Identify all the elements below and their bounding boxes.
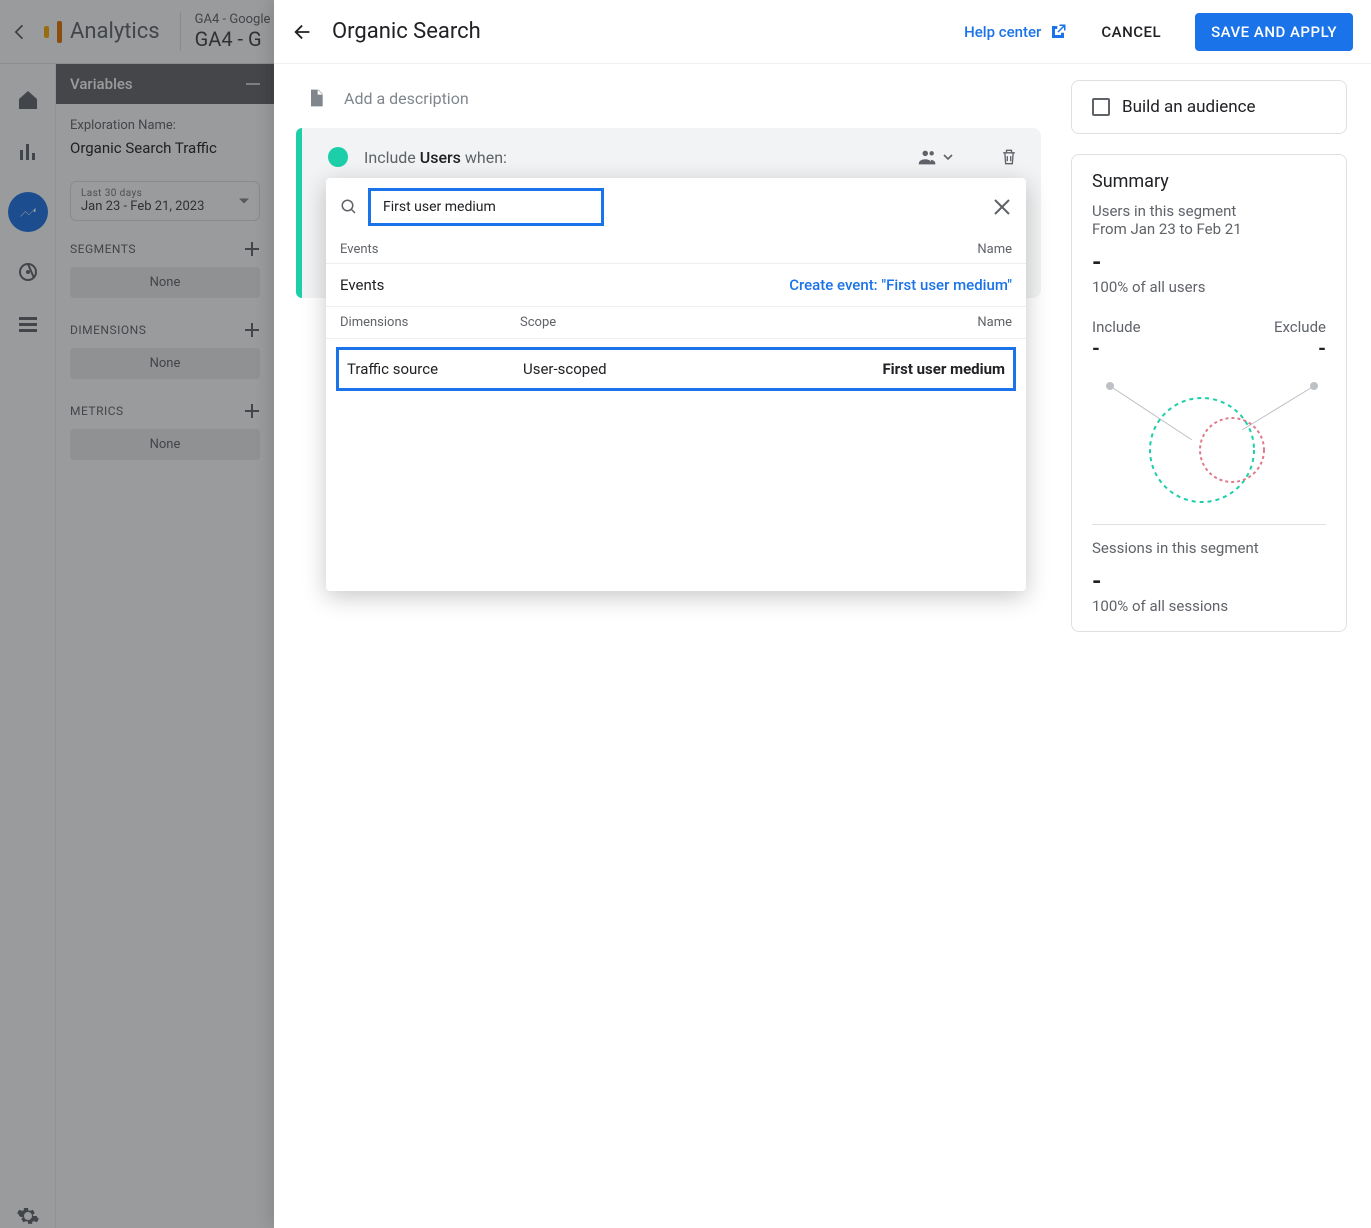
sessions-count: - (1092, 567, 1326, 595)
modal-back-icon[interactable] (292, 21, 314, 43)
include-users-when-text: Include Users when: (364, 148, 507, 167)
save-and-apply-button[interactable]: SAVE AND APPLY (1195, 13, 1353, 51)
dims-header-c: Name (977, 315, 1012, 330)
segment-editor: Add a description Include Users when: (274, 64, 1071, 1228)
condition-scope-picker[interactable] (917, 146, 953, 168)
dim-category: Traffic source (347, 360, 523, 378)
close-popover-icon[interactable] (992, 197, 1012, 217)
condition-search-input-wrapper (368, 188, 604, 226)
exclude-value: - (1274, 336, 1326, 360)
summary-column: Build an audience Summary Users in this … (1071, 64, 1371, 1228)
condition-search-popover: Events Name Events Create event: "First … (326, 178, 1026, 591)
condition-search-input[interactable] (383, 199, 589, 215)
description-icon (306, 88, 326, 108)
events-header-row: Events Name (326, 236, 1026, 264)
create-event-link[interactable]: Create event: "First user medium" (789, 276, 1012, 294)
cancel-button[interactable]: CANCEL (1101, 23, 1161, 41)
dim-name: First user medium (882, 360, 1005, 378)
events-header-right: Name (977, 242, 1012, 257)
help-center-label: Help center (964, 23, 1041, 41)
dimension-result-row[interactable]: Traffic source User-scoped First user me… (336, 347, 1016, 391)
description-row[interactable]: Add a description (296, 88, 1041, 108)
dims-header-a: Dimensions (340, 315, 520, 330)
exclude-label: Exclude (1274, 318, 1326, 336)
users-in-segment-line2: From Jan 23 to Feb 21 (1092, 220, 1326, 238)
events-row[interactable]: Events Create event: "First user medium" (326, 264, 1026, 307)
summary-title: Summary (1092, 171, 1326, 192)
segment-builder-modal: Organic Search Help center CANCEL SAVE A… (274, 0, 1371, 1228)
dims-header-b: Scope (520, 315, 977, 330)
build-audience-label: Build an audience (1122, 97, 1256, 117)
users-count: - (1092, 248, 1326, 276)
condition-block: Include Users when: (296, 128, 1041, 298)
include-indicator-icon (328, 147, 348, 167)
venn-diagram (1092, 370, 1332, 510)
modal-title[interactable]: Organic Search (332, 19, 481, 44)
dimensions-header-row: Dimensions Scope Name (326, 307, 1026, 339)
events-header-left: Events (340, 242, 977, 257)
description-placeholder: Add a description (344, 89, 469, 108)
include-label: Include (1092, 318, 1141, 336)
search-icon (340, 198, 358, 216)
include-value: - (1092, 336, 1141, 360)
summary-card: Summary Users in this segment From Jan 2… (1071, 154, 1347, 632)
events-row-label: Events (340, 276, 789, 294)
users-in-segment-line1: Users in this segment (1092, 202, 1326, 220)
pct-all-sessions: 100% of all sessions (1092, 597, 1326, 615)
people-icon (917, 146, 939, 168)
dim-scope: User-scoped (523, 360, 882, 378)
build-audience-checkbox[interactable] (1092, 98, 1110, 116)
build-audience-card[interactable]: Build an audience (1071, 80, 1347, 134)
pct-all-users: 100% of all users (1092, 278, 1326, 296)
sessions-in-segment: Sessions in this segment (1092, 539, 1326, 557)
help-center-link[interactable]: Help center (964, 23, 1067, 41)
modal-header: Organic Search Help center CANCEL SAVE A… (274, 0, 1371, 64)
open-in-new-icon (1049, 23, 1067, 41)
chevron-down-icon (943, 152, 953, 162)
delete-condition-icon[interactable] (999, 146, 1019, 168)
